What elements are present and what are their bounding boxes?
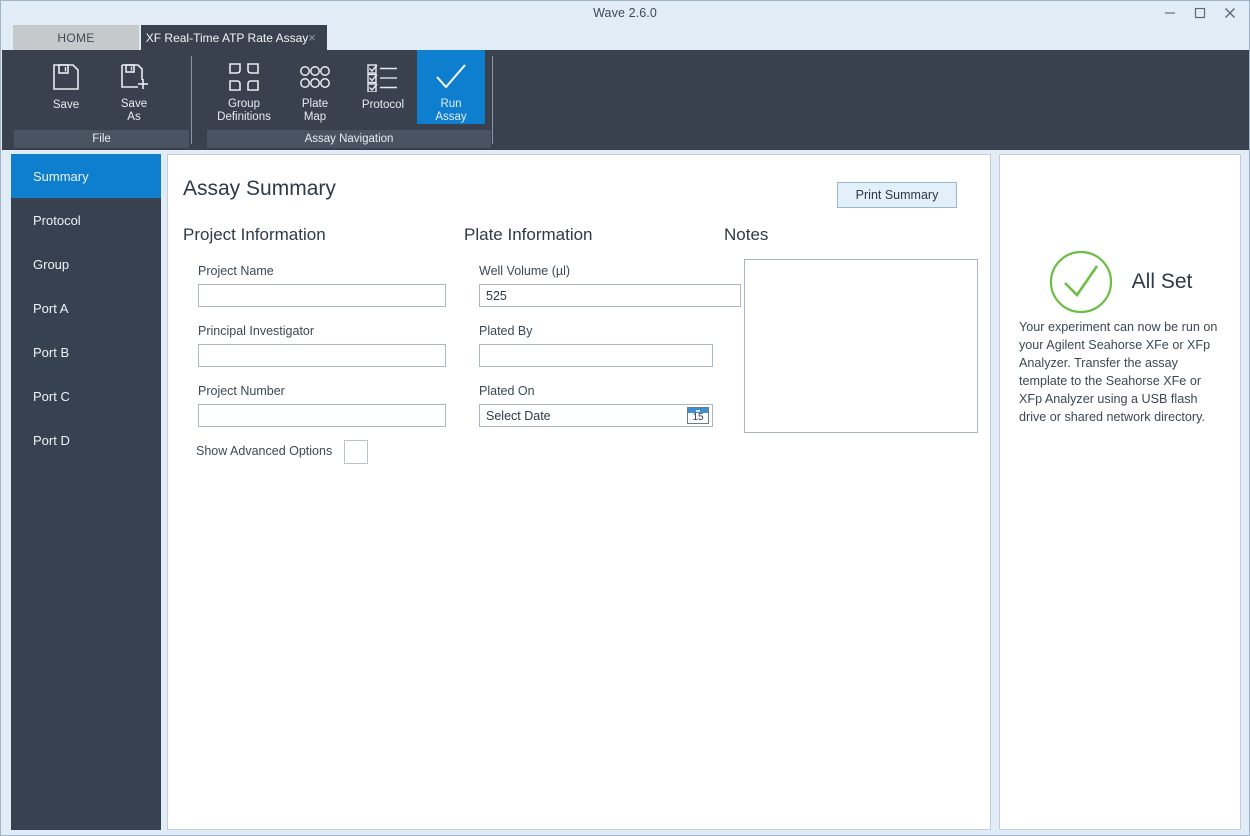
sidebar-item-protocol[interactable]: Protocol [11, 198, 161, 242]
notes-heading: Notes [724, 225, 769, 244]
circle-check-icon [1048, 249, 1114, 315]
plated-by-label: Plated By [479, 324, 533, 338]
sidebar-item-port-b[interactable]: Port B [11, 330, 161, 374]
save-button[interactable]: Save [32, 50, 100, 124]
all-set-title: All Set [1131, 270, 1193, 293]
save-as-button-label-line2: As [127, 111, 141, 123]
all-set-panel: All Set Your experiment can now be run o… [999, 154, 1241, 830]
tab-xf-real-time-atp-rate-assay[interactable]: XF Real-Time ATP Rate Assay × [141, 25, 327, 50]
ribbon-separator-1 [191, 56, 192, 144]
run-assay-label-line1: Run [440, 98, 462, 110]
application-window: Wave 2.6.0 HOME XF Real-Time ATP Rate As… [0, 0, 1250, 836]
protocol-button[interactable]: Protocol [349, 50, 417, 124]
content-area: Summary Protocol Group Port A Port B Por… [2, 150, 1249, 835]
sidebar-item-label: Port D [33, 432, 70, 448]
close-icon[interactable] [1215, 2, 1245, 24]
tab-assay-label: XF Real-Time ATP Rate Assay [145, 30, 309, 45]
title-bar: Wave 2.6.0 [1, 1, 1249, 25]
calendar-icon-day: 15 [692, 412, 704, 423]
sidebar-item-label: Port B [33, 344, 70, 360]
tab-strip: HOME XF Real-Time ATP Rate Assay × [2, 25, 1249, 50]
assay-summary-panel: Assay Summary Print Summary Project Info… [167, 154, 991, 830]
plate-map-wells-icon [293, 58, 337, 95]
group-definitions-label-line1: Group [228, 98, 260, 110]
plate-map-label-line1: Plate [301, 98, 329, 110]
sidebar-item-label: Group [33, 256, 70, 272]
sidebar-navigation: Summary Protocol Group Port A Port B Por… [11, 154, 161, 830]
ribbon-group-file-label: File [14, 130, 189, 148]
save-floppy-icon [44, 58, 88, 96]
ribbon-group-assay-navigation-label: Assay Navigation [207, 130, 491, 148]
ribbon-toolbar: Save Save As File Group Definitions Plat… [2, 50, 1249, 150]
run-assay-checkmark-icon [429, 58, 473, 95]
print-summary-label: Print Summary [855, 188, 939, 202]
tab-home[interactable]: HOME [13, 25, 139, 50]
principal-investigator-label: Principal Investigator [198, 324, 315, 338]
run-assay-button[interactable]: Run Assay [417, 50, 485, 124]
sidebar-item-group[interactable]: Group [11, 242, 161, 286]
well-volume-input[interactable]: 525 [479, 284, 741, 307]
plated-by-input[interactable] [479, 344, 713, 367]
notes-textarea[interactable] [744, 259, 978, 433]
group-definitions-label-line2: Definitions [217, 111, 271, 123]
sidebar-item-label: Port A [33, 300, 69, 316]
plate-information-heading: Plate Information [464, 225, 593, 244]
sidebar-item-label: Port C [33, 388, 70, 404]
calendar-picker-icon[interactable]: 15 [687, 407, 709, 424]
protocol-label: Protocol [361, 99, 405, 111]
tab-home-label: HOME [57, 30, 95, 45]
sidebar-item-summary[interactable]: Summary [11, 154, 161, 198]
ribbon-separator-2 [492, 56, 493, 144]
save-button-label: Save [52, 99, 80, 111]
all-set-message: Your experiment can now be run on your A… [1019, 320, 1218, 424]
sidebar-item-label: Summary [33, 168, 89, 184]
group-definitions-puzzle-icon [222, 58, 266, 95]
show-advanced-options-checkbox[interactable] [344, 440, 368, 464]
page-title: Assay Summary [183, 177, 336, 200]
principal-investigator-input[interactable] [198, 344, 446, 367]
plated-on-value: Select Date [486, 408, 551, 423]
project-name-input[interactable] [198, 284, 446, 307]
plated-on-label: Plated On [479, 384, 535, 398]
sidebar-item-label: Protocol [33, 212, 81, 228]
save-as-button[interactable]: Save As [100, 50, 168, 124]
sidebar-item-port-d[interactable]: Port D [11, 418, 161, 462]
project-number-input[interactable] [198, 404, 446, 427]
ribbon-group-file: Save Save As File [14, 50, 189, 150]
sidebar-item-port-a[interactable]: Port A [11, 286, 161, 330]
well-volume-label: Well Volume (µl) [479, 264, 571, 278]
group-definitions-button[interactable]: Group Definitions [207, 50, 281, 124]
show-advanced-options-label: Show Advanced Options [196, 444, 333, 458]
all-set-header: All Set [1000, 249, 1240, 315]
save-as-button-label-line1: Save [120, 98, 148, 110]
window-title: Wave 2.6.0 [593, 6, 657, 20]
minimize-icon[interactable] [1155, 2, 1185, 24]
sidebar-item-port-c[interactable]: Port C [11, 374, 161, 418]
project-number-label: Project Number [198, 384, 285, 398]
save-as-floppy-plus-icon [112, 58, 156, 95]
run-assay-label-line2: Assay [435, 111, 467, 123]
project-information-heading: Project Information [183, 225, 326, 244]
maximize-icon[interactable] [1185, 2, 1215, 24]
tab-close-icon[interactable]: × [305, 30, 319, 44]
project-name-label: Project Name [198, 264, 274, 278]
plated-on-input[interactable]: Select Date 15 [479, 404, 713, 427]
plate-map-label-line2: Map [303, 111, 327, 123]
ribbon-group-assay-navigation: Group Definitions Plate Map Protocol Run… [207, 50, 491, 150]
plate-map-button[interactable]: Plate Map [281, 50, 349, 124]
window-controls [1155, 1, 1245, 25]
protocol-checklist-icon [361, 58, 405, 96]
print-summary-button[interactable]: Print Summary [837, 182, 957, 208]
